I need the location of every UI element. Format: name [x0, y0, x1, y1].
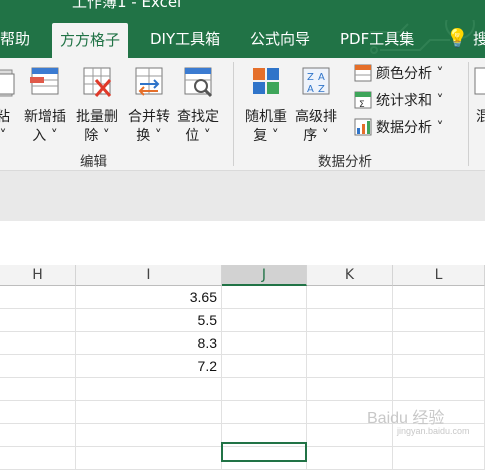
new-insert-button[interactable]: 新增插 入 ˅	[20, 64, 70, 146]
cell[interactable]	[0, 286, 76, 309]
cell[interactable]	[307, 378, 393, 401]
cell[interactable]	[393, 286, 485, 309]
delete-grid-icon	[83, 67, 112, 97]
table-row: 5.5	[0, 309, 485, 332]
cell[interactable]	[222, 401, 307, 424]
cell[interactable]	[76, 424, 222, 447]
column-header-l[interactable]: L	[393, 265, 485, 286]
color-grid-icon	[354, 64, 372, 82]
group-label-edit: 编辑	[80, 154, 107, 170]
cell[interactable]	[307, 355, 393, 378]
cell[interactable]: 7.2	[76, 355, 222, 378]
cell[interactable]	[393, 447, 485, 470]
advanced-sort-button[interactable]: Z A A Z 高级排 序 ˅	[291, 64, 341, 146]
cell[interactable]: 5.5	[76, 309, 222, 332]
insert-rows-icon	[30, 67, 59, 95]
tab-search[interactable]: 搜	[473, 20, 485, 58]
cell[interactable]	[307, 332, 393, 355]
cell[interactable]	[76, 447, 222, 470]
cell[interactable]	[0, 309, 76, 332]
cell[interactable]	[307, 286, 393, 309]
cell[interactable]	[307, 447, 393, 470]
group-separator	[468, 62, 469, 166]
paste-icon	[0, 69, 15, 97]
data-analysis-icon	[354, 118, 372, 136]
cell[interactable]	[393, 309, 485, 332]
find-locate-button[interactable]: 查找定 位 ˅	[173, 64, 223, 146]
cell[interactable]: 8.3	[76, 332, 222, 355]
tab-diy-toolbox[interactable]: DIY工具箱	[150, 20, 220, 58]
svg-text:A: A	[307, 84, 314, 95]
stat-sum-button[interactable]: Σ 统计求和 ˅	[354, 89, 443, 113]
cell[interactable]	[393, 378, 485, 401]
overflow-icon	[474, 67, 485, 95]
baidu-watermark: Baidu 经验 jingyan.baidu.com	[367, 410, 470, 436]
cell[interactable]	[222, 378, 307, 401]
svg-text:Z: Z	[318, 84, 325, 95]
random-blocks-icon	[253, 68, 279, 94]
active-cell-cursor[interactable]	[221, 442, 307, 462]
svg-text:A: A	[318, 72, 325, 83]
sort-az-icon: Z A A Z	[302, 67, 330, 95]
formula-bar-area	[0, 171, 485, 221]
table-row: 7.2	[0, 355, 485, 378]
tab-fangfang[interactable]: 方方格子	[52, 23, 129, 59]
column-header-i[interactable]: I	[76, 265, 222, 286]
find-magnifier-icon	[184, 67, 213, 98]
column-header-j[interactable]: J	[222, 265, 307, 286]
stat-sum-icon: Σ	[354, 91, 372, 109]
ribbon-tabs: 帮助 方方格子 DIY工具箱 公式向导 PDF工具集 💡 搜	[0, 20, 485, 59]
merge-convert-button[interactable]: 合并转 换 ˅	[124, 64, 174, 146]
svg-text:Z: Z	[307, 72, 314, 83]
data-analysis-button[interactable]: 数据分析 ˅	[354, 116, 443, 140]
column-header-k[interactable]: K	[307, 265, 393, 286]
paste-button[interactable]: 粘 ˅	[0, 64, 20, 146]
merge-convert-icon	[135, 67, 163, 96]
table-row	[0, 378, 485, 401]
cell[interactable]	[393, 355, 485, 378]
column-header-h[interactable]: H	[0, 265, 76, 286]
cell[interactable]	[0, 355, 76, 378]
random-repeat-button[interactable]: 随机重 复 ˅	[241, 64, 291, 146]
cell[interactable]	[393, 332, 485, 355]
group-separator	[233, 62, 234, 166]
svg-text:Σ: Σ	[359, 100, 365, 109]
batch-delete-button[interactable]: 批量删 除 ˅	[72, 64, 122, 146]
tab-help[interactable]: 帮助	[0, 20, 30, 58]
table-row: 3.65	[0, 286, 485, 309]
color-analysis-button[interactable]: 颜色分析 ˅	[354, 62, 443, 86]
ribbon: 粘 ˅ 新增插 入 ˅ 批量删 除 ˅ 合并转 换 ˅ 查找定 位 ˅ 编辑 随…	[0, 58, 485, 171]
table-row: 8.3	[0, 332, 485, 355]
group-label-data-analysis: 数据分析	[318, 154, 372, 170]
cell[interactable]	[76, 401, 222, 424]
cell[interactable]: 3.65	[76, 286, 222, 309]
cell[interactable]	[0, 401, 76, 424]
cell[interactable]	[222, 286, 307, 309]
spacer	[0, 221, 485, 265]
tab-formula-wizard[interactable]: 公式向导	[250, 20, 310, 58]
cell[interactable]	[222, 309, 307, 332]
cell[interactable]	[76, 378, 222, 401]
cell[interactable]	[222, 332, 307, 355]
tab-pdf-tools[interactable]: PDF工具集	[340, 20, 414, 58]
window-title: 工作簿1 - Excel	[72, 0, 182, 11]
lightbulb-icon[interactable]: 💡	[446, 20, 468, 58]
cell[interactable]	[307, 309, 393, 332]
cell[interactable]	[0, 447, 76, 470]
cell[interactable]	[0, 378, 76, 401]
cell[interactable]	[0, 424, 76, 447]
cell[interactable]	[0, 332, 76, 355]
title-bar: 工作簿1 - Excel	[0, 0, 485, 20]
overflow-button[interactable]: 混	[473, 64, 485, 127]
cell[interactable]	[222, 355, 307, 378]
